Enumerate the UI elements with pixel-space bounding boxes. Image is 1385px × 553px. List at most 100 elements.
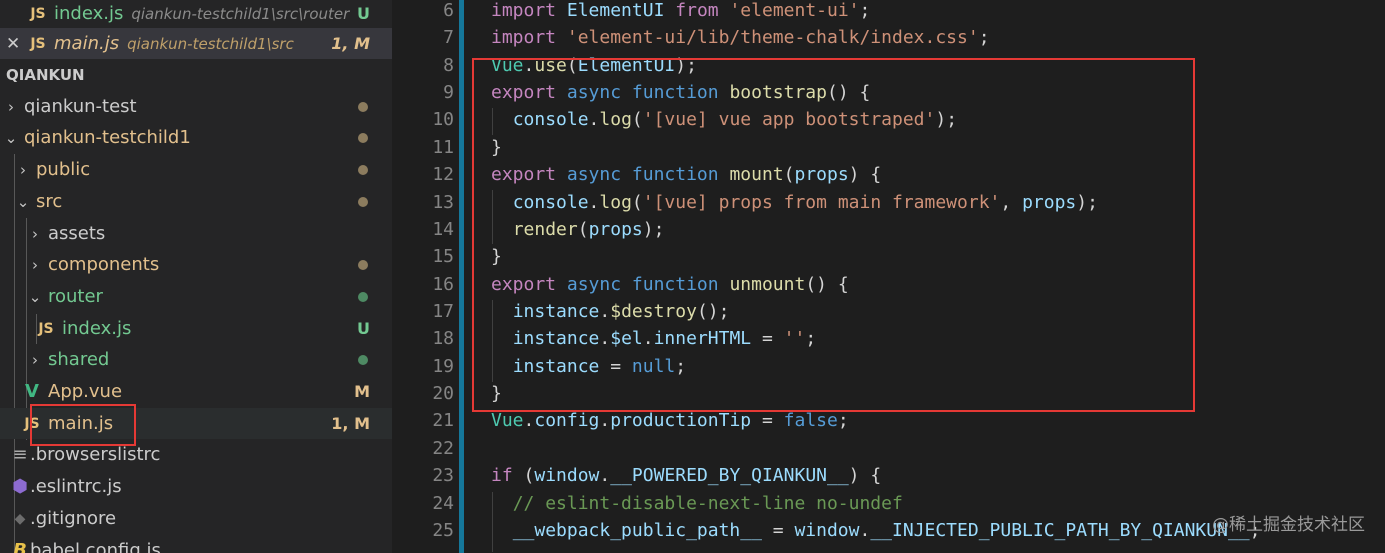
chevron-right-icon: › [32,255,38,274]
code-token: 'element-ui/lib/theme-chalk/index.css' [566,27,979,48]
code-token: . [523,410,535,431]
tree-folder-shared[interactable]: › shared [0,344,392,375]
line-number: 17 [432,301,454,322]
tree-file-browserslistrc[interactable]: ≡ .browserslistrc [0,439,392,470]
code-line[interactable]: instance = null; [491,353,686,380]
code-line[interactable]: console.log('[vue] vue app bootstraped')… [491,106,957,133]
tree-folder-components[interactable]: › components [0,249,392,280]
code-token: '' [783,328,806,349]
tree-folder-router[interactable]: ⌄ router [0,281,392,312]
code-token: ); [1076,192,1098,213]
code-line[interactable]: export async function mount(props) { [491,161,881,188]
code-line[interactable]: Vue.config.productionTip = false; [491,407,849,434]
code-line[interactable]: instance.$destroy(); [491,298,730,325]
code-token: import [491,27,557,48]
git-status-badge: 1, M [331,414,370,433]
close-icon[interactable]: ✕ [6,34,28,54]
tree-file-eslintrc[interactable]: ⬢ .eslintrc.js [0,471,392,502]
code-token: use [534,55,567,76]
line-number: 24 [432,493,454,514]
code-line[interactable]: // eslint-disable-next-line no-undef [491,490,903,517]
code-line[interactable]: if (window.__POWERED_BY_QIANKUN__) { [491,462,881,489]
tree-file-index-js[interactable]: JS index.js U [0,313,392,344]
code-line[interactable]: Vue.use(ElementUI); [491,52,697,79]
open-editor-main-js[interactable]: ✕ JS main.js qiankun-testchild1\src 1, M [0,28,392,59]
line-number: 14 [432,219,454,240]
line-number: 10 [432,109,454,130]
code-line[interactable]: } [491,134,502,161]
code-token: import [491,0,557,21]
line-number: 8 [443,55,454,76]
git-modified-dot [358,196,368,207]
code-line[interactable]: import 'element-ui/lib/theme-chalk/index… [491,24,990,51]
code-token: function [631,274,719,295]
tree-file-main-js[interactable]: JS main.js 1, M [0,408,392,439]
tree-folder-src[interactable]: ⌄ src [0,186,392,217]
code-line[interactable]: render(props); [491,216,665,243]
code-line[interactable]: } [491,380,502,407]
watermark: @稀土掘金技术社区 [1212,515,1365,535]
code-token: . [859,520,871,541]
line-number: 20 [432,383,454,404]
code-token: . [588,192,600,213]
tree-file-app-vue[interactable]: V App.vue M [0,376,392,407]
git-status-badge: 1, M [331,34,370,53]
code-token: ( [566,55,578,76]
code-line[interactable]: console.log('[vue] props from main frame… [491,189,1098,216]
code-token: } [491,383,502,404]
git-modified-dot [358,101,368,112]
code-line[interactable]: } [491,243,502,270]
code-token: ; [675,356,687,377]
code-token: . [599,410,611,431]
code-line[interactable]: export async function unmount() { [491,271,849,298]
gutter-change-indicator [459,0,464,553]
code-token: // eslint-disable-next-line no-undef [512,493,903,514]
tree-folder-qiankun-testchild1[interactable]: ⌄ qiankun-testchild1 [0,122,392,153]
line-number: 16 [432,274,454,295]
vue-file-icon: V [25,381,39,402]
code-token: = [599,356,632,377]
code-token: props [588,219,643,240]
line-number: 22 [432,438,454,459]
code-line[interactable]: __webpack_public_path__ = window.__INJEC… [491,517,1261,544]
code-token: ; [837,410,849,431]
code-token: console [512,192,589,213]
code-line[interactable]: export async function bootstrap() { [491,79,870,106]
code-token: . [642,328,654,349]
git-untracked-dot [358,354,368,365]
code-line[interactable]: import ElementUI from 'element-ui'; [491,0,870,24]
tree-file-babel-config[interactable]: B babel.config.js [0,535,392,553]
workspace-section-title[interactable]: QIANKUN [6,66,85,84]
babel-file-icon: B [13,540,27,553]
open-editor-index-js[interactable]: JS index.js qiankun-testchild1\src\route… [0,0,392,29]
tree-item-label: .browserslistrc [30,444,161,465]
code-token: ( [783,164,795,185]
line-number: 6 [443,0,454,21]
code-token: if [491,465,513,486]
chevron-right-icon: › [32,224,38,243]
tree-file-gitignore[interactable]: ◆ .gitignore [0,503,392,534]
code-token: props [794,164,849,185]
code-token: 'element-ui' [729,0,860,21]
code-token: props [1022,192,1077,213]
tree-folder-assets[interactable]: › assets [0,218,392,249]
code-line[interactable]: instance.$el.innerHTML = ''; [491,325,817,352]
code-token: $destroy [610,301,697,322]
tree-folder-qiankun-test[interactable]: › qiankun-test [0,91,392,122]
code-token: log [599,109,632,130]
line-number: 19 [432,356,454,377]
code-token: ) { [848,465,882,486]
git-modified-dot [358,259,368,270]
code-token: async [566,164,622,185]
code-token: async [566,82,622,103]
code-token: window [794,520,860,541]
tree-folder-public[interactable]: › public [0,154,392,185]
tree-item-label: babel.config.js [30,540,161,553]
